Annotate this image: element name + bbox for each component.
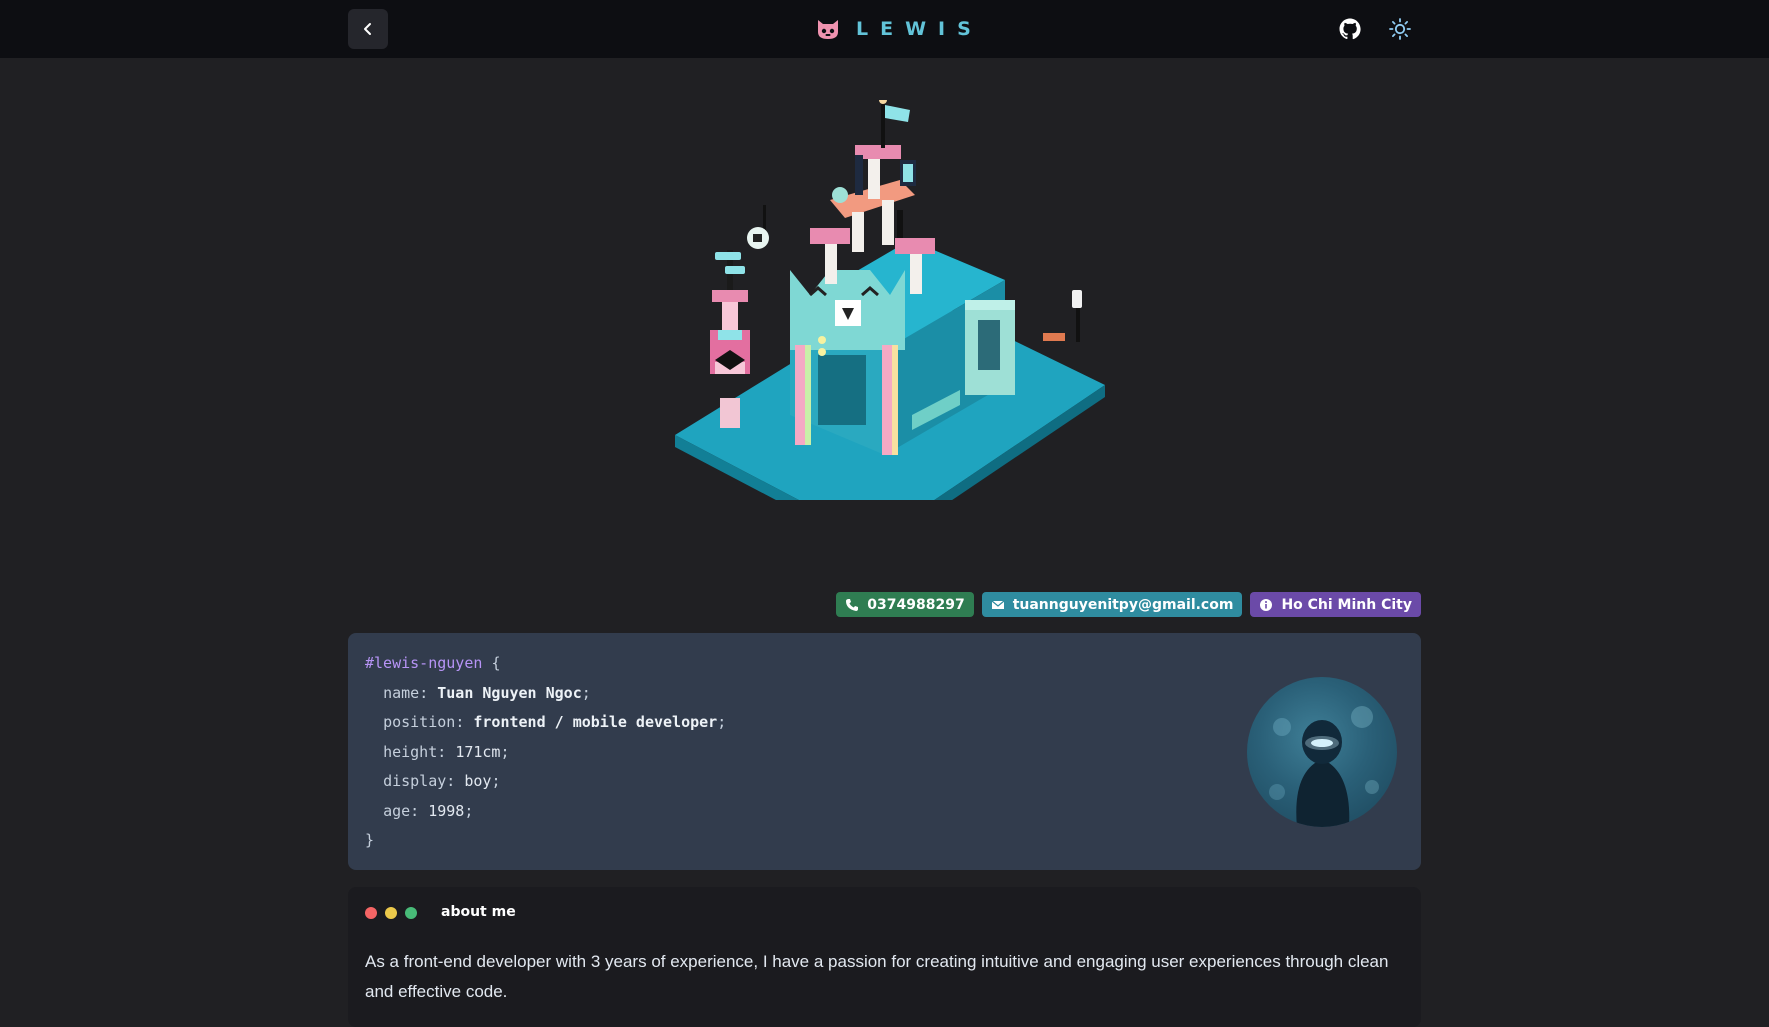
phone-icon xyxy=(846,598,859,611)
avatar-image xyxy=(1269,706,1379,827)
open-brace: { xyxy=(491,654,501,672)
prop-height-value: 171cm xyxy=(455,742,501,761)
brand-name: LEWIS xyxy=(856,18,983,40)
mail-icon xyxy=(991,600,1005,609)
close-dot-icon[interactable] xyxy=(365,907,377,919)
email-label: tuannguyenitpy@gmail.com xyxy=(1012,596,1234,613)
contact-badges: 0374988297 tuannguyenitpy@gmail.com Ho C… xyxy=(836,592,1421,617)
sun-icon[interactable] xyxy=(1388,17,1412,41)
profile-card: #lewis-nguyen { name: Tuan Nguyen Ngoc; … xyxy=(348,633,1421,870)
about-text: As a front-end developer with 3 years of… xyxy=(365,952,1389,1001)
prop-key: height xyxy=(383,742,438,761)
city-label: Ho Chi Minh City xyxy=(1281,596,1412,613)
css-selector: #lewis-nguyen xyxy=(365,654,483,672)
prop-key: name xyxy=(383,683,420,702)
prop-key: position xyxy=(383,713,456,731)
github-icon[interactable] xyxy=(1338,17,1362,41)
phone-label: 0374988297 xyxy=(867,596,965,613)
profile-code-block: #lewis-nguyen { name: Tuan Nguyen Ngoc; … xyxy=(365,654,727,849)
cat-face-icon xyxy=(818,20,838,39)
avatar xyxy=(1247,677,1397,827)
top-navbar: LEWIS xyxy=(0,0,1769,58)
hero-voxel-scene xyxy=(675,100,1105,500)
window-controls xyxy=(365,907,417,919)
prop-display-value: boy xyxy=(464,772,492,790)
close-brace: } xyxy=(365,831,375,849)
back-button[interactable] xyxy=(348,9,388,49)
prop-key: age xyxy=(383,801,411,820)
prop-age-value: 1998 xyxy=(428,801,465,820)
prop-key: display xyxy=(383,772,447,790)
minimize-dot-icon[interactable] xyxy=(385,907,397,919)
city-badge[interactable]: Ho Chi Minh City xyxy=(1250,592,1421,617)
prop-name-value: Tuan Nguyen Ngoc xyxy=(437,683,582,702)
brand-logo[interactable]: LEWIS xyxy=(816,14,983,44)
about-window: about me As a front-end developer with 3… xyxy=(348,887,1421,1027)
phone-badge[interactable]: 0374988297 xyxy=(836,592,974,617)
email-badge[interactable]: tuannguyenitpy@gmail.com xyxy=(981,592,1243,617)
maximize-dot-icon[interactable] xyxy=(405,907,417,919)
chevron-left-icon xyxy=(364,23,371,35)
prop-position-value: frontend / mobile developer xyxy=(473,713,718,731)
about-title: about me xyxy=(441,904,516,920)
info-icon xyxy=(1260,598,1273,611)
